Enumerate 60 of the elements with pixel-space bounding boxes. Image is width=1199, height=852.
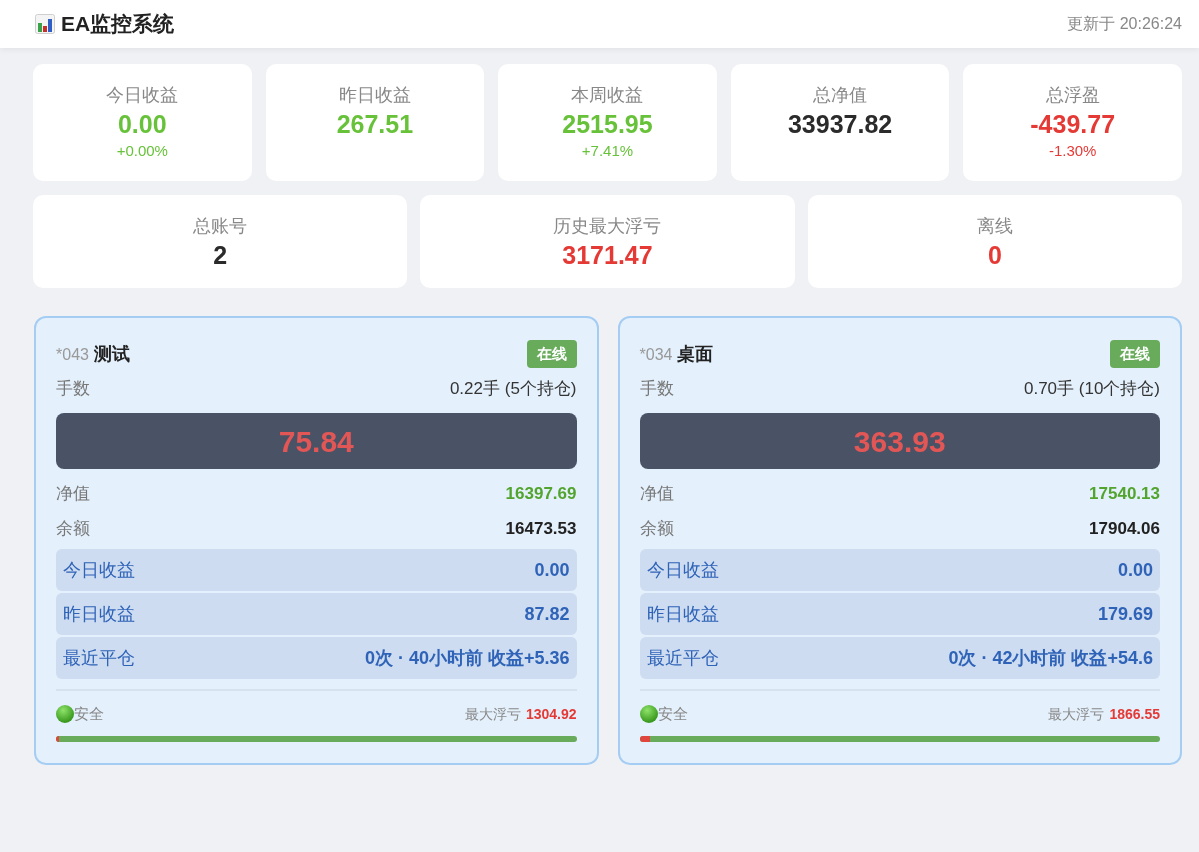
- row-label: 余额: [56, 518, 90, 541]
- row-label: 昨日收益: [646, 602, 719, 626]
- row-label: 今日收益: [646, 558, 719, 582]
- lots-value: 0.22手 (5个持仓): [449, 378, 577, 401]
- stat-label: 今日收益: [106, 84, 179, 107]
- row-value: 16473.53: [505, 518, 577, 541]
- stat-label: 离线: [976, 215, 1013, 238]
- row-value: 87.82: [524, 602, 570, 626]
- drawdown-value: 1304.92: [525, 704, 577, 724]
- stat-label: 总浮盈: [1045, 84, 1100, 107]
- row-label: 昨日收益: [63, 602, 135, 626]
- account-name: 桌面: [677, 342, 714, 366]
- stat-label: 总净值: [813, 84, 868, 107]
- lots-label: 手数: [639, 378, 674, 401]
- update-time: 更新于 20:26:24: [1067, 14, 1182, 34]
- row-label: 余额: [639, 518, 674, 541]
- lots-label: 手数: [56, 378, 90, 401]
- floating-value: 363.93: [853, 423, 946, 460]
- row-label: 今日收益: [63, 558, 135, 582]
- risk-label: 安全: [657, 703, 688, 724]
- stat-value: 2515.95: [562, 109, 653, 140]
- stat-value: 3171.47: [562, 240, 653, 271]
- status-badge: 在线: [526, 340, 577, 368]
- stat-value: 0.00: [117, 109, 167, 140]
- account-id: *034: [639, 344, 673, 365]
- stat-value: 0: [987, 240, 1002, 271]
- row-value: 0次 · 40小时前 收益+5.36: [364, 646, 570, 670]
- stat-label: 昨日收益: [338, 84, 411, 107]
- row-value: 0次 · 42小时前 收益+54.6: [948, 646, 1153, 670]
- app-title: EA监控系统: [61, 11, 175, 38]
- stat-value: 2: [213, 240, 228, 271]
- status-badge: 在线: [1110, 340, 1160, 368]
- account-id: *043: [56, 344, 89, 365]
- stat-change: +0.00%: [116, 141, 168, 161]
- account-name: 测试: [93, 342, 130, 366]
- stat-value: -439.77: [1030, 109, 1116, 140]
- stat-value: 33937.82: [787, 109, 893, 140]
- drawdown-label: 最大浮亏: [464, 704, 521, 724]
- row-value: 179.69: [1097, 602, 1153, 626]
- stat-value: 267.51: [336, 109, 414, 140]
- risk-label: 安全: [74, 703, 104, 724]
- row-value: 16397.69: [505, 483, 577, 506]
- row-value: 0.00: [534, 558, 570, 582]
- row-label: 净值: [639, 483, 674, 506]
- bar-chart-icon: [35, 14, 55, 34]
- row-label: 最近平仓: [646, 646, 719, 670]
- stat-change: +7.41%: [581, 141, 634, 161]
- row-label: 最近平仓: [63, 646, 135, 670]
- row-value: 0.00: [1117, 558, 1153, 582]
- row-value: 17904.06: [1089, 518, 1160, 541]
- drawdown-value: 1866.55: [1109, 704, 1160, 724]
- lots-value: 0.70手 (10个持仓): [1023, 378, 1160, 401]
- drawdown-label: 最大浮亏: [1048, 704, 1105, 724]
- stat-label: 历史最大浮亏: [553, 215, 662, 238]
- row-value: 17540.13: [1089, 483, 1160, 506]
- stat-label: 总账号: [193, 215, 248, 238]
- stat-change: -1.30%: [1048, 141, 1097, 161]
- floating-value: 75.84: [278, 423, 354, 460]
- stat-label: 本周收益: [571, 84, 644, 107]
- row-label: 净值: [56, 483, 90, 506]
